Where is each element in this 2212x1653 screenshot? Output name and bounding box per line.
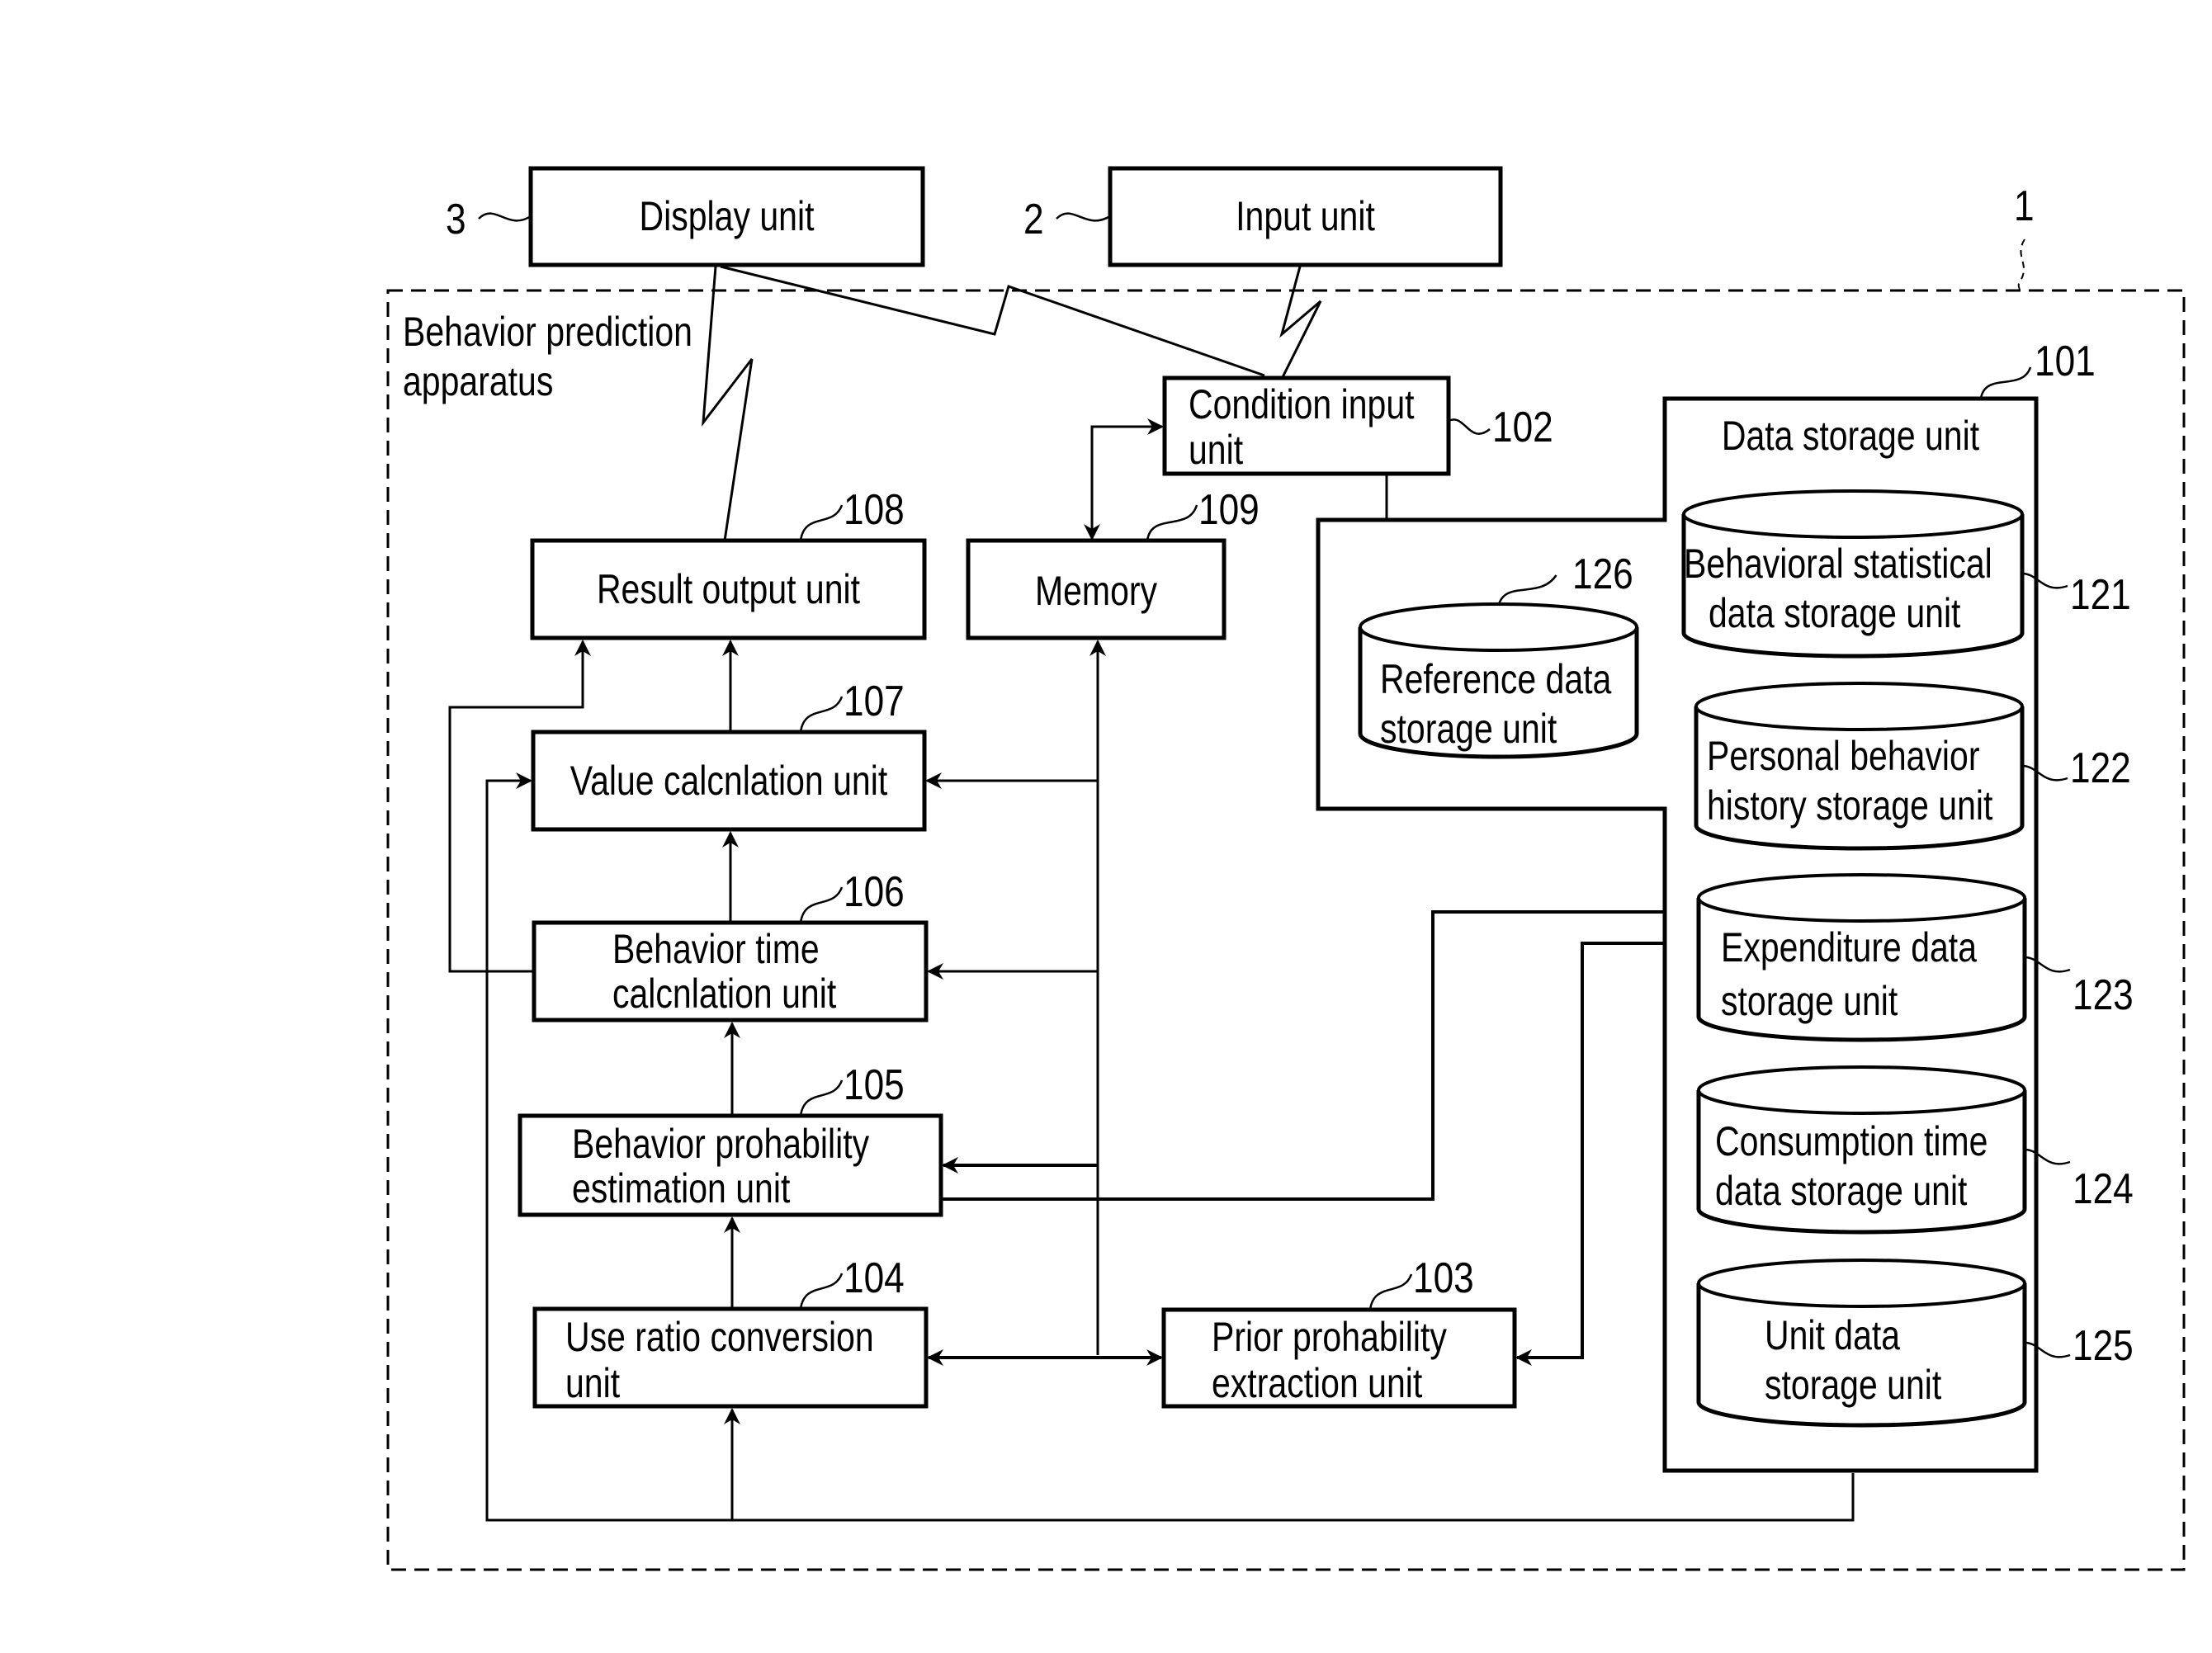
leader-105 (799, 1079, 844, 1117)
leader-103 (1368, 1273, 1413, 1311)
use-ratio-line1: Use ratio conversion (565, 1314, 874, 1360)
leader-106 (799, 886, 844, 923)
personal-history-store-ref: 122 (2070, 744, 2131, 792)
leader-3 (478, 212, 532, 222)
prior-prob-line1: Prior prohability (1212, 1314, 1447, 1360)
leader-107 (799, 696, 844, 733)
ref-3: 3 (446, 196, 466, 243)
ref-102: 102 (1492, 404, 1553, 451)
behavioral-statistical-store-leader (2021, 572, 2068, 589)
unit-data-store-line2: storage unit (1765, 1362, 1942, 1408)
value-calc-label: Value calcnlation unit (570, 758, 888, 804)
memory-condition-link (1084, 418, 1164, 541)
apparatus-label-line1: Behavior prediction (403, 309, 692, 355)
apparatus-label-line2: apparatus (403, 358, 554, 404)
result-output-label: Result output unit (596, 566, 861, 612)
leader-108 (799, 504, 844, 541)
ref-107: 107 (844, 678, 905, 725)
behavior-prob-line2: estimation unit (572, 1165, 791, 1211)
behavior-time-line1: Behavior time (612, 926, 820, 972)
behavioral-statistical-store-ref: 121 (2070, 571, 2131, 619)
input-to-condition-link (1279, 266, 1322, 378)
reference-data-store-leader (1497, 574, 1557, 607)
data-storage-label: Data storage unit (1721, 413, 1980, 459)
memory-label: Memory (1034, 568, 1158, 614)
reference-data-store-line1: Reference data (1380, 656, 1612, 702)
behavioral-statistical-store-line1: Behavioral statistical (1684, 541, 1992, 587)
ref-108: 108 (844, 486, 905, 534)
condition-input-line2: unit (1189, 427, 1244, 473)
leader-109 (1146, 504, 1198, 541)
leader-2 (1056, 212, 1111, 222)
display-to-result-link (702, 266, 754, 541)
leader-102 (1448, 418, 1491, 435)
storage-to-prior-prob (1515, 942, 1665, 1366)
reference-data-store-line2: storage unit (1380, 706, 1557, 752)
behavioral-statistical-store-line2: data storage unit (1709, 590, 1961, 636)
personal-history-store-leader (2021, 764, 2068, 782)
ref-109: 109 (1198, 486, 1260, 534)
ref-2: 2 (1023, 196, 1044, 243)
use-ratio-line2: unit (565, 1360, 621, 1406)
reference-data-store-ref: 126 (1572, 550, 1633, 598)
consumption-time-store-leader (2024, 1148, 2071, 1165)
display-unit-label: Display unit (639, 193, 815, 239)
leader-104 (799, 1273, 844, 1310)
ref-101: 101 (2035, 338, 2096, 385)
ref-1: 1 (2014, 182, 2035, 230)
storage-to-behavior-prob (941, 910, 1665, 1201)
prior-prob-line2: extraction unit (1212, 1360, 1423, 1406)
personal-history-store-line1: Personal behavior (1707, 733, 1980, 779)
expenditure-store-line2: storage unit (1721, 978, 1898, 1024)
leader-101 (1979, 366, 2032, 399)
unit-data-store-ref: 125 (2073, 1322, 2134, 1370)
unit-data-store-line1: Unit data (1765, 1312, 1901, 1358)
display-to-condition-link (720, 265, 1265, 377)
personal-history-store-line2: history storage unit (1707, 782, 1993, 829)
ref-104: 104 (844, 1254, 905, 1302)
unit-data-store-leader (2024, 1341, 2071, 1358)
input-unit-label: Input unit (1236, 193, 1375, 239)
apparatus-leader (2017, 239, 2025, 291)
ref-103: 103 (1413, 1254, 1474, 1302)
ref-105: 105 (844, 1061, 905, 1109)
consumption-time-store-ref: 124 (2073, 1165, 2134, 1213)
consumption-time-store-line1: Consumption time (1715, 1118, 1988, 1164)
behavior-time-line2: calcnlation unit (612, 971, 837, 1017)
expenditure-store-line1: Expenditure data (1721, 924, 1978, 971)
consumption-time-store-line2: data storage unit (1715, 1168, 1968, 1214)
behavior-prob-line1: Behavior prohability (572, 1121, 870, 1167)
expenditure-store-ref: 123 (2073, 971, 2134, 1019)
ref-106: 106 (844, 868, 905, 916)
expenditure-store-leader (2024, 956, 2071, 973)
condition-input-line1: Condition input (1189, 381, 1415, 427)
